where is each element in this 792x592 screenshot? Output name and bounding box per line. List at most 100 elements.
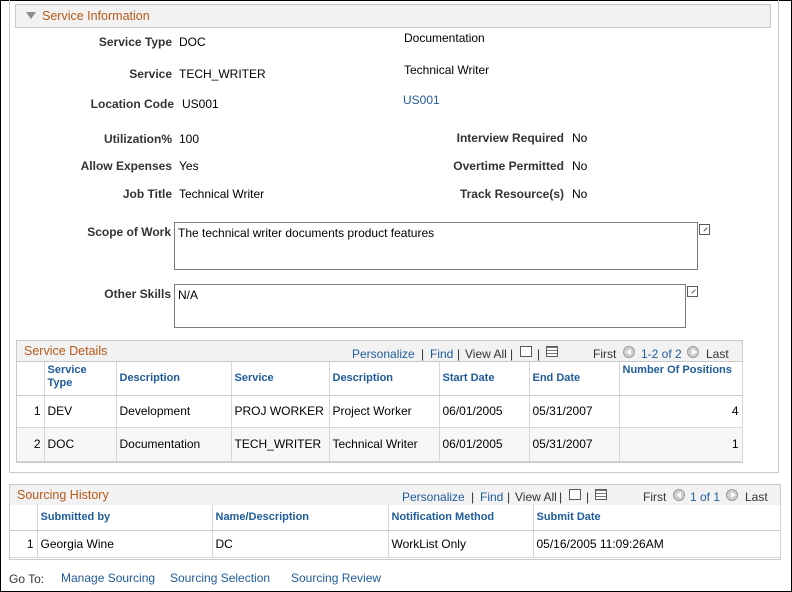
goto-label: Go To: <box>9 572 45 586</box>
track-resources-label: Track Resource(s) <box>459 187 564 201</box>
column-header[interactable]: Notification Method <box>388 505 534 531</box>
end-date-cell: 05/31/2007 <box>529 395 620 428</box>
row-range: 1 of 1 <box>690 490 721 504</box>
submitted-by-cell: Georgia Wine <box>37 530 213 558</box>
service-type-cell: DEV <box>44 395 117 428</box>
expand-textarea-icon[interactable] <box>699 224 710 235</box>
column-header[interactable]: End Date <box>529 362 620 396</box>
section-title: Service Information <box>42 9 150 23</box>
expand-textarea-icon[interactable] <box>687 286 698 297</box>
notification-method-cell: WorkList Only <box>388 530 534 558</box>
interview-required-label: Interview Required <box>456 131 564 145</box>
job-title-label: Job Title <box>122 187 172 201</box>
description-cell: Project Worker <box>329 395 440 428</box>
next-arrow-icon[interactable] <box>726 487 738 501</box>
column-header <box>17 362 45 396</box>
column-header <box>10 505 38 531</box>
description-cell: Development <box>116 395 232 428</box>
find-link[interactable]: Find <box>430 347 453 361</box>
separator: | <box>510 347 514 361</box>
separator: | <box>471 490 475 504</box>
description-cell: Technical Writer <box>329 427 440 462</box>
other-skills-label: Other Skills <box>104 287 171 301</box>
service-type-value: DOC <box>179 35 206 49</box>
last-label: Last <box>706 347 729 361</box>
table-header-row: Submitted by Name/Description Notificati… <box>10 505 781 531</box>
row-number: 1 <box>17 395 45 428</box>
service-type-cell: DOC <box>44 427 117 462</box>
separator: | <box>457 347 461 361</box>
allow-expenses-label: Allow Expenses <box>80 159 172 173</box>
new-window-icon[interactable] <box>520 344 532 358</box>
allow-expenses-value: Yes <box>179 159 199 173</box>
last-label: Last <box>745 490 768 504</box>
column-header[interactable]: Description <box>329 362 440 396</box>
service-details-table: Service Type Description Service Descrip… <box>17 362 743 462</box>
separator: | <box>586 490 590 504</box>
start-date-cell: 06/01/2005 <box>439 427 530 462</box>
separator: | <box>421 347 425 361</box>
interview-required-value: No <box>572 131 588 145</box>
first-label: First <box>643 490 667 504</box>
download-grid-icon[interactable] <box>546 344 558 358</box>
column-header[interactable]: Description <box>116 362 232 396</box>
submit-date-cell: 05/16/2005 11:09:26AM <box>533 530 781 558</box>
job-title-value: Technical Writer <box>179 187 265 201</box>
previous-arrow-icon[interactable] <box>623 344 635 358</box>
other-skills-textarea[interactable]: N/A <box>174 284 686 328</box>
separator: | <box>537 347 541 361</box>
overtime-permitted-label: Overtime Permitted <box>453 159 564 173</box>
column-header[interactable]: Service <box>231 362 330 396</box>
sourcing-review-link[interactable]: Sourcing Review <box>291 571 381 585</box>
sourcing-history-grid: Sourcing History Personalize | Find | Vi… <box>9 484 781 560</box>
positions-cell: 1 <box>619 427 743 462</box>
table-header-row: Service Type Description Service Descrip… <box>17 362 743 396</box>
service-value: TECH_WRITER <box>179 67 266 81</box>
service-information-header[interactable]: Service Information <box>15 4 771 28</box>
sourcing-selection-link[interactable]: Sourcing Selection <box>170 571 270 585</box>
view-all-link[interactable]: View All <box>515 490 557 504</box>
name-description-cell: DC <box>212 530 389 558</box>
table-row: 1 Georgia Wine DC WorkList Only 05/16/20… <box>10 530 781 558</box>
start-date-cell: 06/01/2005 <box>439 395 530 428</box>
column-header[interactable]: Submit Date <box>533 505 781 531</box>
column-header[interactable]: Name/Description <box>212 505 389 531</box>
scope-of-work-textarea[interactable]: The technical writer documents product f… <box>174 222 698 270</box>
service-type-description: Documentation <box>404 31 485 45</box>
separator: | <box>559 490 563 504</box>
row-range: 1-2 of 2 <box>641 347 682 361</box>
previous-arrow-icon[interactable] <box>673 487 685 501</box>
column-header[interactable]: Number Of Positions <box>619 362 743 396</box>
track-resources-value: No <box>572 187 588 201</box>
grid-title: Service Details <box>24 344 108 358</box>
service-label: Service <box>129 67 172 81</box>
download-grid-icon[interactable] <box>595 487 607 501</box>
collapse-triangle-icon[interactable] <box>26 12 36 19</box>
service-cell: PROJ WORKER <box>231 395 330 428</box>
row-number: 2 <box>17 427 45 462</box>
view-all-link[interactable]: View All <box>465 347 507 361</box>
column-header[interactable]: Submitted by <box>37 505 213 531</box>
grid-title: Sourcing History <box>17 488 109 502</box>
scope-of-work-label: Scope of Work <box>87 225 171 239</box>
sourcing-history-table: Submitted by Name/Description Notificati… <box>10 505 781 558</box>
table-row: 2 DOC Documentation TECH_WRITER Technica… <box>17 427 743 462</box>
column-header[interactable]: Service Type <box>44 362 117 396</box>
description-cell: Documentation <box>116 427 232 462</box>
end-date-cell: 05/31/2007 <box>529 427 620 462</box>
location-code-link[interactable]: US001 <box>403 93 440 107</box>
column-header[interactable]: Start Date <box>439 362 530 396</box>
next-arrow-icon[interactable] <box>687 344 699 358</box>
utilization-label: Utilization% <box>104 132 172 146</box>
utilization-value: 100 <box>179 132 200 146</box>
location-code-value: US001 <box>182 97 219 111</box>
new-window-icon[interactable] <box>569 487 581 501</box>
overtime-permitted-value: No <box>572 159 588 173</box>
personalize-link[interactable]: Personalize <box>352 347 415 361</box>
manage-sourcing-link[interactable]: Manage Sourcing <box>61 571 155 585</box>
service-cell: TECH_WRITER <box>231 427 330 462</box>
separator: | <box>507 490 511 504</box>
find-link[interactable]: Find <box>480 490 503 504</box>
personalize-link[interactable]: Personalize <box>402 490 465 504</box>
location-code-label: Location Code <box>90 97 174 111</box>
